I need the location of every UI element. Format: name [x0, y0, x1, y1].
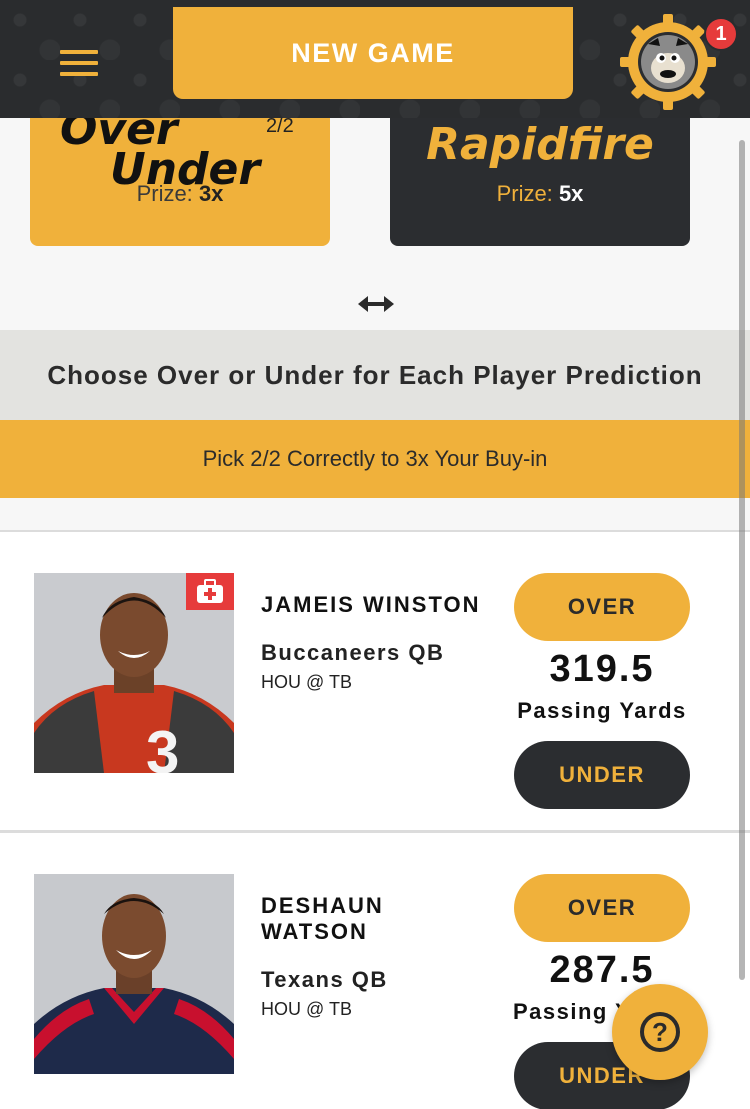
player-matchup: HOU @ TB — [261, 672, 352, 692]
over-button[interactable]: OVER — [514, 573, 690, 641]
over-under-logo: Over Under — [60, 104, 261, 195]
instructions-title: Choose Over or Under for Each Player Pre… — [0, 330, 750, 420]
pick-count: 2/2 — [266, 115, 294, 137]
new-game-button[interactable]: NEW GAME — [173, 7, 573, 99]
player-name: DESHAUN WATSON — [261, 893, 384, 944]
svg-text:3: 3 — [146, 719, 179, 773]
rapidfire-logo: Rapidfire — [426, 119, 654, 170]
prize-value: 3x — [198, 181, 224, 206]
pick-instructions: Pick 2/2 Correctly to 3x Your Buy-in — [0, 420, 750, 498]
under-button[interactable]: UNDER — [514, 741, 690, 809]
monkey-gear-avatar-icon — [620, 14, 716, 110]
injury-icon[interactable] — [186, 573, 234, 610]
double-arrow-icon[interactable] — [358, 292, 394, 316]
prize-line: Prize: 5x — [496, 181, 584, 206]
player-team: Buccaneers QB — [261, 640, 445, 665]
prize-value: 5x — [558, 181, 584, 206]
help-button[interactable]: ? — [612, 984, 708, 1080]
scrollbar[interactable] — [739, 140, 745, 980]
question-mark-icon: ? — [640, 1012, 680, 1052]
prediction-line: 319.5 — [549, 648, 655, 690]
player-photo — [34, 874, 234, 1074]
notification-badge[interactable]: 1 — [704, 17, 738, 51]
stat-label: Passing Yards — [517, 698, 687, 723]
player-matchup: HOU @ TB — [261, 999, 352, 1019]
player-team: Texans QB — [261, 967, 388, 992]
prize-line: Prize: 3x — [136, 181, 224, 206]
profile-avatar[interactable] — [618, 12, 718, 112]
top-header: NEW GAME 1 — [0, 0, 750, 118]
over-button[interactable]: OVER — [514, 874, 690, 942]
player-name: JAMEIS WINSTON — [261, 592, 481, 617]
hamburger-menu-icon[interactable] — [60, 50, 98, 76]
player-card: 3 JAMEIS WINSTON Buccaneers QB HOU @ TB … — [0, 530, 750, 830]
